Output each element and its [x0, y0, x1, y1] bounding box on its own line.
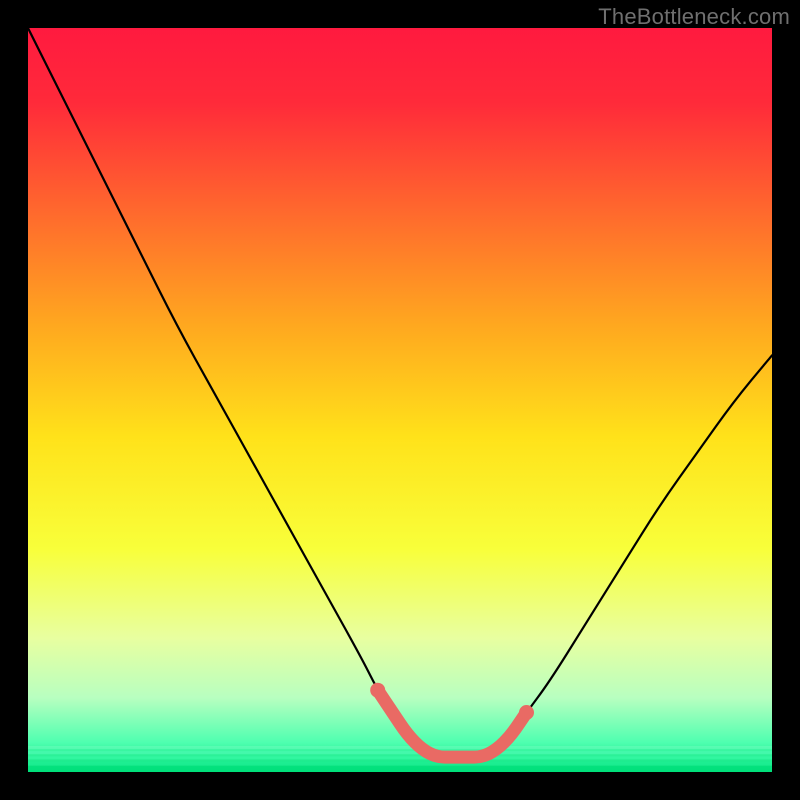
- plot-background: [28, 28, 772, 772]
- bottleneck-chart: [28, 28, 772, 772]
- watermark-text: TheBottleneck.com: [598, 4, 790, 30]
- chart-frame: TheBottleneck.com: [0, 0, 800, 800]
